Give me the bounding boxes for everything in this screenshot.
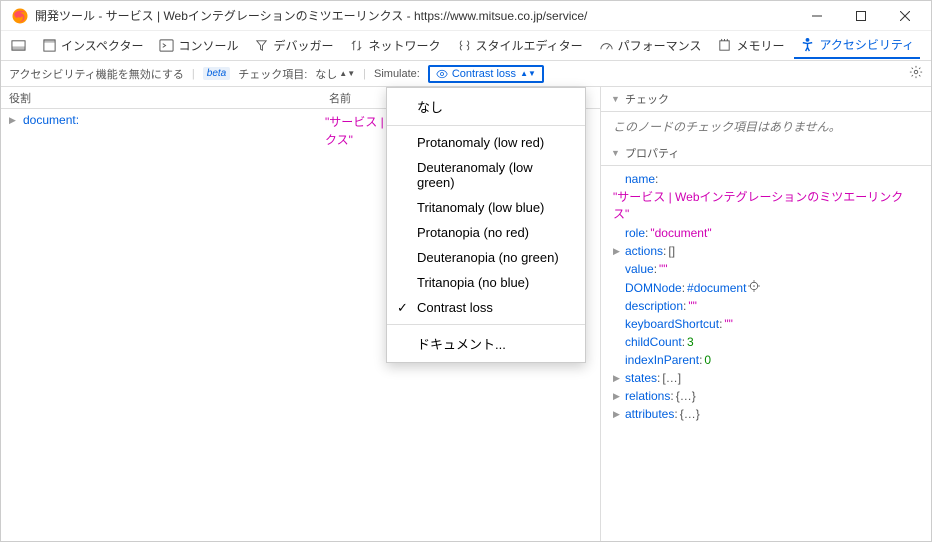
no-checks-text: このノードのチェック項目はありません。 — [613, 120, 841, 134]
target-icon[interactable] — [748, 280, 760, 295]
sim-option-deuteranomaly[interactable]: Deuteranomaly (low green) — [387, 155, 585, 195]
tab-network[interactable]: ネットワーク — [343, 33, 446, 58]
window-title: 開発ツール - サービス | Webインテグレーションのミツエーリンクス - h… — [35, 7, 795, 24]
properties-pane: ▼チェック このノードのチェック項目はありません。 ▼プロパティ name "サ… — [601, 87, 931, 541]
sim-option-tritanopia[interactable]: Tritanopia (no blue) — [387, 270, 585, 295]
prop-childcount: childCount 3 — [601, 333, 931, 351]
devtools-toolbar: インスペクター コンソール デバッガー ネットワーク スタイルエディター パフォ… — [1, 31, 931, 61]
props-header: ▼プロパティ — [601, 141, 931, 166]
sim-option-deuteranopia[interactable]: Deuteranopia (no green) — [387, 245, 585, 270]
prop-kbd: keyboardShortcut "" — [601, 315, 931, 333]
prop-attributes[interactable]: ▶attributes {…} — [601, 405, 931, 423]
checks-header: ▼チェック — [601, 87, 931, 112]
prop-relations[interactable]: ▶relations {…} — [601, 387, 931, 405]
prop-value: value "" — [601, 260, 931, 278]
prop-states[interactable]: ▶states […] — [601, 369, 931, 387]
maximize-button[interactable] — [839, 1, 883, 31]
disable-a11y-link[interactable]: アクセシビリティ機能を無効にする — [9, 66, 184, 82]
col-role-header: 役割 — [1, 87, 321, 109]
tree-row-document[interactable]: ▶ document: — [1, 109, 321, 131]
tab-console[interactable]: コンソール — [153, 33, 244, 58]
sim-option-tritanomaly[interactable]: Tritanomaly (low blue) — [387, 195, 585, 220]
tab-memory[interactable]: メモリー — [711, 33, 790, 58]
minimize-button[interactable] — [795, 1, 839, 31]
prop-name: name "サービス | Webインテグレーションのミツエーリンクス" — [601, 170, 931, 224]
firefox-logo-icon — [11, 7, 29, 25]
prop-actions[interactable]: ▶actions [] — [601, 242, 931, 260]
window-titlebar: 開発ツール - サービス | Webインテグレーションのミツエーリンクス - h… — [1, 1, 931, 31]
sim-option-protanopia[interactable]: Protanopia (no red) — [387, 220, 585, 245]
prop-domnode[interactable]: DOMNode #document — [601, 278, 931, 297]
tab-style-editor[interactable]: スタイルエディター — [451, 33, 589, 58]
check-label: チェック項目: — [238, 66, 307, 82]
tab-accessibility[interactable]: アクセシビリティ — [794, 32, 920, 59]
simulate-menu: なし Protanomaly (low red) Deuteranomaly (… — [386, 87, 586, 363]
dock-button[interactable] — [5, 34, 32, 57]
sim-option-contrast[interactable]: Contrast loss — [387, 295, 585, 320]
settings-icon[interactable] — [909, 65, 923, 82]
main-area: 役割 ▶ document: 名前 "サービス | Webインテグレーション ク… — [1, 87, 931, 541]
prop-indexinparent: indexInParent 0 — [601, 351, 931, 369]
sim-option-none[interactable]: なし — [387, 92, 585, 121]
sim-option-doc[interactable]: ドキュメント... — [387, 329, 585, 358]
tab-inspector[interactable]: インスペクター — [36, 33, 149, 58]
accessibility-subbar: アクセシビリティ機能を無効にする | beta チェック項目: なし ▲▼ | … — [1, 61, 931, 87]
beta-badge: beta — [203, 67, 230, 80]
tab-debugger[interactable]: デバッガー — [248, 33, 339, 58]
tab-performance[interactable]: パフォーマンス — [593, 33, 708, 58]
tree-pane: 役割 ▶ document: 名前 "サービス | Webインテグレーション ク… — [1, 87, 601, 541]
prop-role: role "document" — [601, 224, 931, 242]
twisty-icon[interactable]: ▶ — [9, 115, 19, 126]
check-dropdown[interactable]: なし ▲▼ — [315, 66, 355, 82]
simulate-label: Simulate: — [374, 68, 420, 80]
more-tools-button[interactable] — [924, 34, 932, 57]
sim-option-protanomaly[interactable]: Protanomaly (low red) — [387, 130, 585, 155]
simulate-dropdown[interactable]: Contrast loss ▲▼ — [428, 65, 544, 83]
role-label: document: — [23, 113, 79, 127]
prop-description: description "" — [601, 297, 931, 315]
close-button[interactable] — [883, 1, 927, 31]
